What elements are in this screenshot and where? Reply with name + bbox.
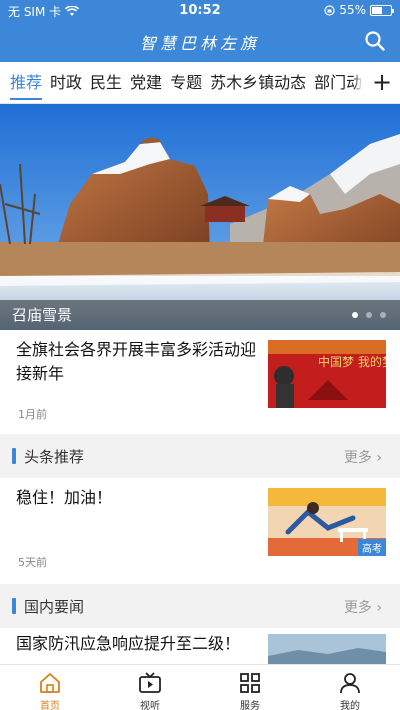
news-time: 5天前: [18, 556, 47, 569]
tabbar-label: 视听: [140, 701, 160, 710]
tab-row: 推荐 时政 民生 党建 专题 苏木乡镇动态 部门动态: [10, 62, 386, 103]
tv-icon: [139, 672, 161, 693]
rotation-lock-icon: [324, 4, 335, 16]
carousel-dot[interactable]: [352, 312, 358, 318]
section-accent-bar: [12, 598, 16, 614]
carousel-dot[interactable]: [366, 312, 372, 318]
app-screen: 无 SIM 卡 10:52 55% 智慧巴林左旗 推荐 时政 民生 党建 专题 …: [0, 0, 400, 710]
banner-caption: 召庙雪景: [0, 300, 400, 330]
search-icon[interactable]: [364, 30, 386, 52]
tabbar-item-services[interactable]: 服务: [200, 665, 300, 710]
battery-percent: 55%: [339, 3, 366, 17]
tabbar-item-profile[interactable]: 我的: [300, 665, 400, 710]
chevron-right-icon: ›: [376, 600, 382, 616]
carousel-dot[interactable]: [380, 312, 386, 318]
top-bar: 无 SIM 卡 10:52 55% 智慧巴林左旗: [0, 0, 400, 62]
more-label: 更多: [343, 600, 372, 616]
banner-image: [0, 104, 400, 330]
tab-0[interactable]: 推荐: [10, 62, 43, 103]
news-item[interactable]: 稳住！加油！ 5天前 高考: [0, 478, 400, 584]
thumbnail-image: [268, 634, 386, 668]
tab-1[interactable]: 时政: [50, 62, 82, 103]
section-accent-bar: [12, 448, 16, 464]
tab-3[interactable]: 党建: [130, 62, 162, 103]
news-item[interactable]: 全旗社会各界开展丰富多彩活动迎接新年 1月前 中国梦 我的梦: [0, 330, 400, 434]
tabbar-label: 我的: [340, 701, 360, 710]
news-item[interactable]: 国家防汛应急响应提升至二级！: [0, 628, 400, 668]
tab-4[interactable]: 专题: [170, 62, 202, 103]
section-header-domestic: 国内要闻 更多 ›: [0, 584, 400, 628]
thumbnail-image: 中国梦 我的梦: [268, 340, 386, 408]
news-title: 国家防汛应急响应提升至二级！: [16, 634, 241, 653]
tabbar-item-home[interactable]: 首页: [0, 665, 100, 710]
section-title: 头条推荐: [24, 448, 85, 466]
person-icon: [340, 673, 360, 694]
carousel-dots: [352, 312, 386, 318]
tabbar-label: 服务: [240, 701, 260, 710]
tab-5[interactable]: 苏木乡镇动态: [210, 62, 306, 103]
news-time: 1月前: [18, 408, 47, 421]
section-header-headlines: 头条推荐 更多 ›: [0, 434, 400, 478]
more-link[interactable]: 更多 ›: [344, 597, 382, 617]
news-thumbnail: [268, 634, 386, 668]
bottom-tab-bar: 首页 视听 服务 我的: [0, 664, 400, 710]
news-thumbnail: 高考: [268, 488, 386, 556]
tabbar-label: 首页: [40, 701, 60, 710]
grid-icon: [240, 673, 260, 693]
news-title: 全旗社会各界开展丰富多彩活动迎接新年: [16, 340, 257, 383]
battery-icon: [370, 4, 394, 16]
status-bar: 无 SIM 卡 10:52 55%: [0, 0, 400, 22]
tab-2[interactable]: 民生: [90, 62, 122, 103]
banner-carousel[interactable]: 召庙雪景: [0, 104, 400, 330]
more-link[interactable]: 更多 ›: [344, 447, 382, 467]
chevron-right-icon: ›: [376, 450, 382, 466]
category-tabs: 推荐 时政 民生 党建 专题 苏木乡镇动态 部门动态 +: [0, 62, 400, 104]
news-thumbnail: 中国梦 我的梦: [268, 340, 386, 408]
thumbnail-tag: 高考: [358, 539, 386, 556]
news-title: 稳住！加油！: [16, 488, 113, 507]
battery-fill: [372, 6, 382, 14]
section-title: 国内要闻: [24, 598, 85, 616]
home-icon: [40, 673, 60, 693]
add-tab-button[interactable]: +: [364, 62, 400, 103]
status-right: 55%: [324, 3, 394, 17]
app-title: 智慧巴林左旗: [139, 34, 260, 53]
tabbar-item-media[interactable]: 视听: [100, 665, 200, 710]
more-label: 更多: [343, 450, 372, 466]
thumb-text: 中国梦 我的梦: [318, 354, 386, 369]
